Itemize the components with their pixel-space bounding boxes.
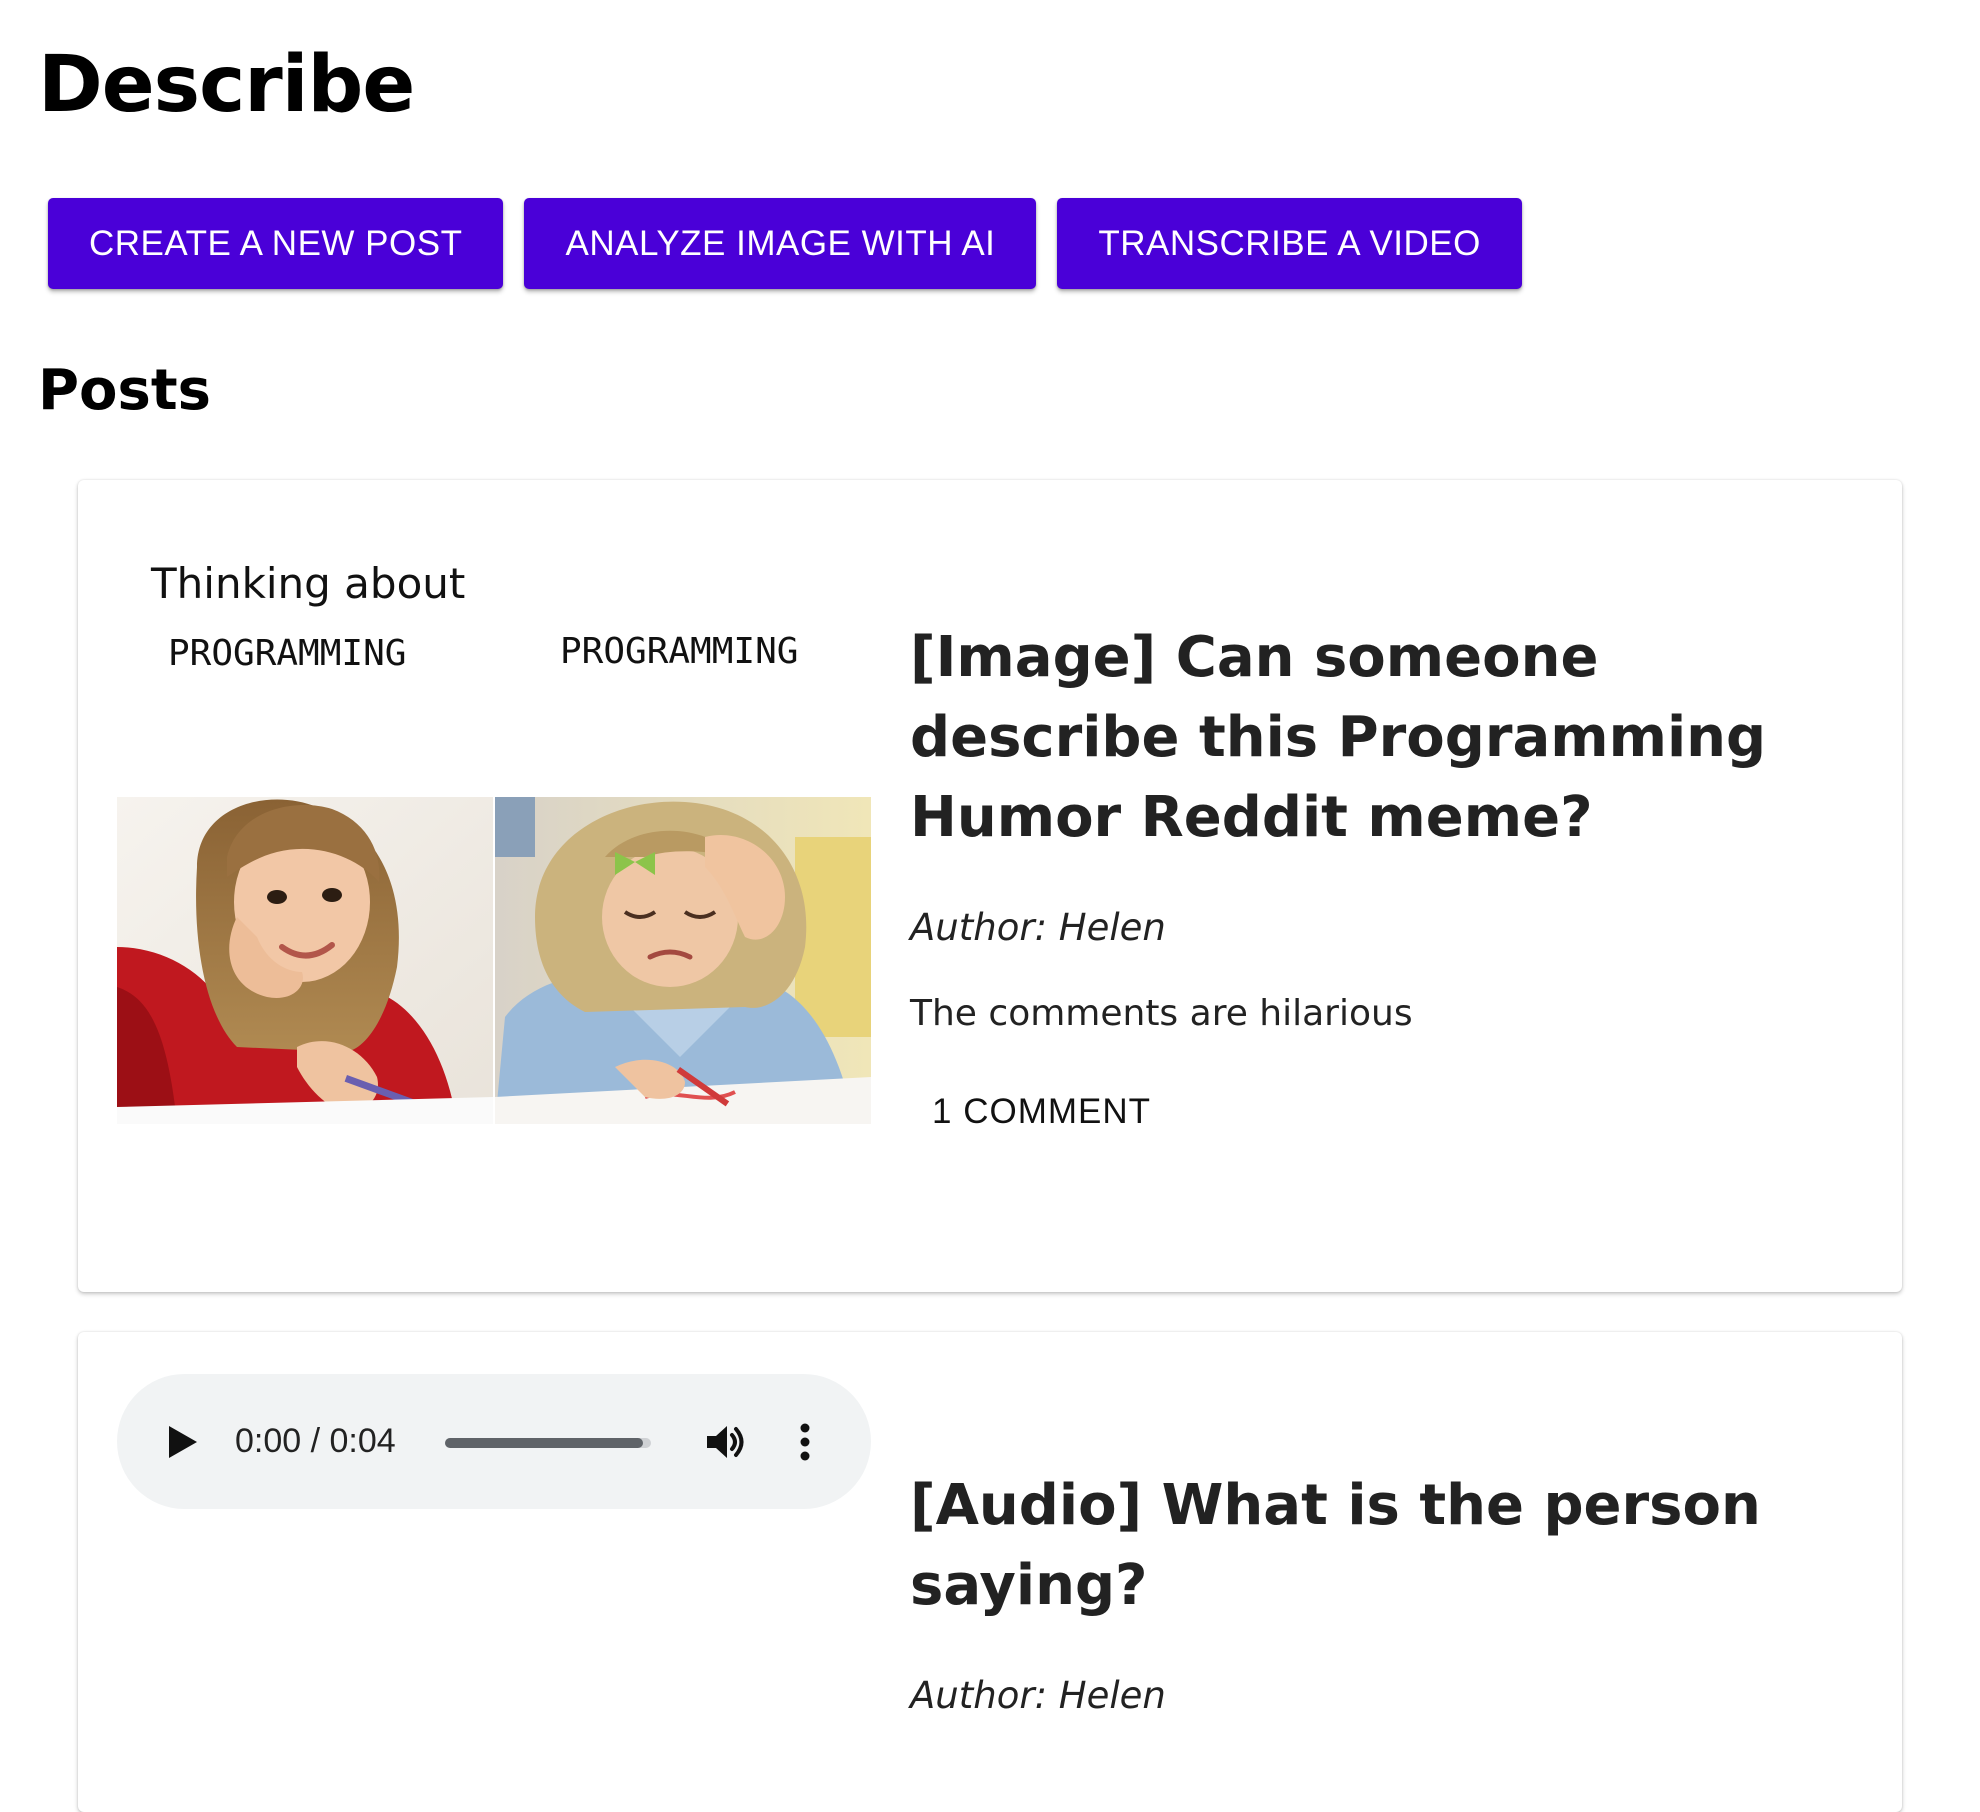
audio-seek-fill [445,1438,643,1448]
audio-player[interactable]: 0:00 / 0:04 [117,1374,871,1509]
comments-button[interactable]: 1 COMMENT [912,1086,1171,1138]
meme-caption-top: Thinking about [151,559,466,608]
post-card[interactable]: Thinking about PROGRAMMING PROGRAMMING [… [78,480,1902,1292]
volume-icon[interactable] [703,1420,747,1464]
app-root: Describe CREATE A NEW POST ANALYZE IMAGE… [0,0,1980,1812]
post-title[interactable]: [Audio] What is the person saying? [910,1466,1842,1626]
post-content: [Audio] What is the person saying? Autho… [910,1466,1842,1717]
posts-heading: Posts [38,358,211,423]
post-content: [Image] Can someone describe this Progra… [910,618,1842,1138]
audio-time: 0:00 / 0:04 [235,1422,396,1460]
post-text: The comments are hilarious [910,993,1413,1034]
analyze-image-button[interactable]: ANALYZE IMAGE WITH AI [524,198,1037,289]
create-post-button[interactable]: CREATE A NEW POST [48,198,504,289]
transcribe-video-button[interactable]: TRANSCRIBE A VIDEO [1057,198,1522,289]
post-author: Author: Helen [910,1674,1166,1717]
post-author: Author: Helen [910,906,1166,949]
meme-panel-daydreaming [117,797,493,1124]
meme-caption-right: PROGRAMMING [560,631,799,672]
meme-caption-left: PROGRAMMING [168,633,407,674]
app-title: Describe [38,40,415,130]
post-title[interactable]: [Image] Can someone describe this Progra… [910,618,1842,858]
post-card[interactable]: 0:00 / 0:04 [Audio] What is the person s… [78,1332,1902,1812]
action-buttons: CREATE A NEW POST ANALYZE IMAGE WITH AI … [48,198,1522,289]
meme-panel-frustrated [495,797,871,1124]
more-vertical-icon[interactable] [799,1420,811,1464]
audio-seek-bar[interactable] [445,1438,651,1448]
post-image[interactable]: Thinking about PROGRAMMING PROGRAMMING [117,553,871,1124]
play-icon[interactable] [165,1424,199,1460]
